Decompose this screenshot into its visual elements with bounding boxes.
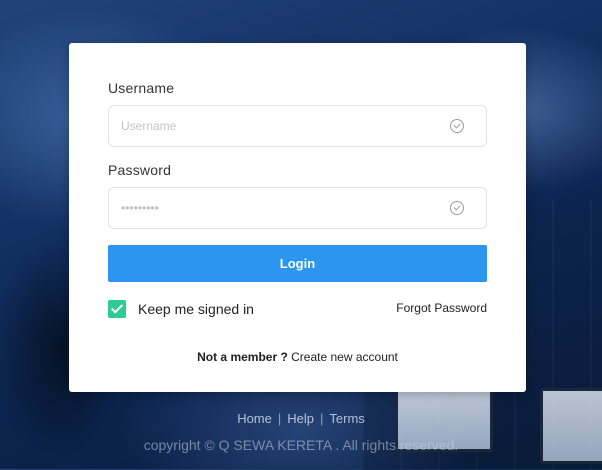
- username-field[interactable]: [108, 105, 487, 147]
- password-label: Password: [108, 162, 172, 178]
- footer-link-help[interactable]: Help: [281, 411, 320, 426]
- signup-prompt: Not a member ? Create new account: [69, 350, 526, 364]
- keep-signed-in-checkbox[interactable]: [108, 299, 126, 318]
- footer-links: Home | Help | Terms: [0, 411, 602, 426]
- check-circle-icon: [450, 119, 464, 133]
- not-member-label: Not a member ?: [197, 350, 288, 364]
- check-circle-icon: [450, 201, 464, 215]
- login-button[interactable]: Login: [108, 245, 487, 282]
- forgot-password-link[interactable]: Forgot Password: [396, 301, 487, 315]
- username-input[interactable]: [109, 106, 439, 146]
- footer-link-home[interactable]: Home: [231, 411, 278, 426]
- keep-signed-in[interactable]: Keep me signed in: [108, 299, 254, 318]
- password-input[interactable]: [109, 188, 439, 228]
- username-label: Username: [108, 80, 175, 96]
- keep-signed-in-label: Keep me signed in: [138, 300, 254, 317]
- password-field[interactable]: [108, 187, 487, 229]
- create-account-link[interactable]: Create new account: [291, 350, 398, 364]
- login-card: Username Password Login Keep me signed i…: [69, 43, 526, 392]
- copyright-text: copyright © Q SEWA KERETA . All rights r…: [143, 437, 459, 453]
- footer-link-terms[interactable]: Terms: [323, 411, 370, 426]
